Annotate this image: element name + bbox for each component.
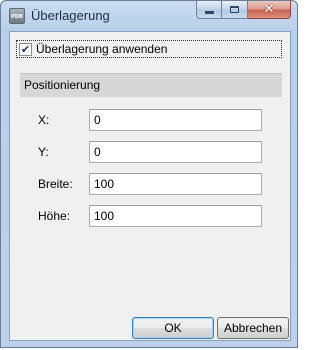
minimize-icon xyxy=(204,11,214,14)
width-field-row: Breite: xyxy=(20,173,282,195)
width-input[interactable] xyxy=(89,173,262,195)
apply-overlay-label: Überlagerung anwenden xyxy=(36,42,168,56)
minimize-button[interactable] xyxy=(196,1,222,19)
positioning-header: Positionierung xyxy=(20,73,282,97)
width-label: Breite: xyxy=(38,177,73,191)
title-bar[interactable]: PDB Überlagerung ✕ xyxy=(1,1,297,31)
x-field-row: X: xyxy=(20,109,282,131)
x-input[interactable] xyxy=(89,109,262,131)
dialog-window: PDB Überlagerung ✕ ✔ Überlagerung anwend… xyxy=(0,0,298,348)
positioning-group: Positionierung X: Y: Breite: Höhe: xyxy=(20,73,282,267)
x-label: X: xyxy=(38,113,50,127)
height-field-row: Höhe: xyxy=(20,205,282,227)
y-label: Y: xyxy=(38,145,49,159)
y-field-row: Y: xyxy=(20,141,282,163)
app-icon: PDB xyxy=(9,8,25,24)
height-label: Höhe: xyxy=(38,209,71,223)
cancel-button[interactable]: Abbrechen xyxy=(217,317,289,339)
dialog-content: ✔ Überlagerung anwenden Positionierung X… xyxy=(9,31,291,341)
y-input[interactable] xyxy=(89,141,262,163)
maximize-button[interactable] xyxy=(222,1,248,19)
apply-overlay-checkbox[interactable]: ✔ xyxy=(19,42,32,56)
caption-buttons: ✕ xyxy=(196,1,291,20)
close-button[interactable]: ✕ xyxy=(248,1,291,19)
close-icon: ✕ xyxy=(263,2,275,17)
window-title: Überlagerung xyxy=(31,8,110,23)
apply-overlay-option[interactable]: ✔ Überlagerung anwenden xyxy=(16,40,282,58)
ok-button[interactable]: OK xyxy=(132,317,214,339)
maximize-icon xyxy=(230,6,239,13)
height-input[interactable] xyxy=(89,205,262,227)
